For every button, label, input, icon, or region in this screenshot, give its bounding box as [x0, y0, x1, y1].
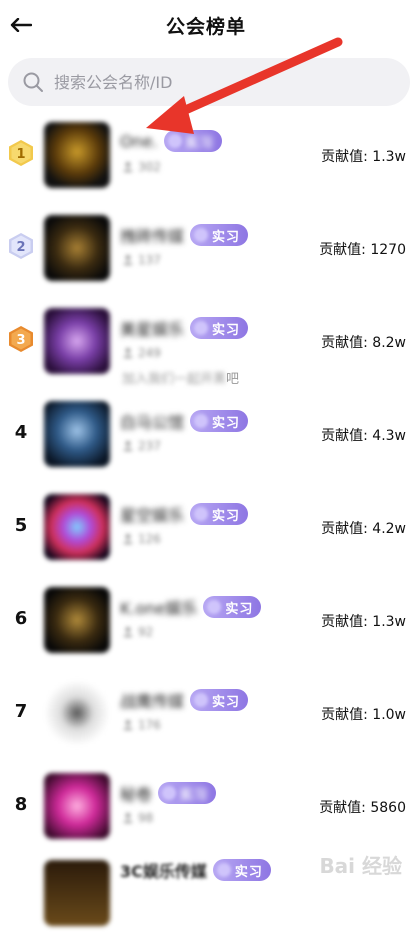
- member-count: 249: [122, 346, 161, 360]
- guild-name: 3C娱乐传媒: [120, 862, 207, 881]
- watermark: Bai 经验: [319, 854, 402, 878]
- rank-number: 3: [16, 333, 25, 348]
- contribution-value: 贡献值: 1.3w: [321, 149, 406, 165]
- intern-badge: 实习: [190, 503, 249, 525]
- guild-avatar: [44, 308, 110, 374]
- person-icon: [123, 813, 133, 823]
- rank-number: 7: [14, 700, 28, 722]
- guild-row-3[interactable]: 3 美星娱乐 实习 249 加入我们一起开黑吧 贡献值: 8.2w: [0, 296, 412, 389]
- guild-avatar: [44, 494, 110, 560]
- guild-row-6[interactable]: 6 K.one娱乐 实习 92 贡献值: 1.3w: [0, 575, 412, 668]
- guild-row-2[interactable]: 2 拽砖传媒 实习 137 贡献值: 1270: [0, 203, 412, 296]
- member-count: 137: [122, 253, 161, 267]
- badge-icon: [194, 414, 209, 428]
- member-count: 237: [122, 439, 161, 453]
- intern-badge: 实习: [163, 130, 222, 152]
- intern-badge: 实习: [190, 410, 249, 432]
- person-icon: [123, 627, 133, 637]
- guild-avatar: [44, 680, 110, 746]
- intern-badge: 实习: [203, 596, 262, 618]
- person-icon: [123, 348, 133, 358]
- guild-name: K.one娱乐: [120, 599, 198, 618]
- header-bar: 公会榜单: [0, 0, 412, 52]
- guild-avatar: [44, 401, 110, 467]
- guild-row-5[interactable]: 5 星空娱乐 实习 126 贡献值: 4.2w: [0, 482, 412, 575]
- person-icon: [123, 534, 133, 544]
- intern-badge: 实习: [158, 782, 217, 804]
- rank-number-container: 4: [6, 417, 36, 447]
- rank-number: 5: [14, 514, 28, 536]
- member-count: 302: [122, 160, 161, 174]
- rank-number-container: 8: [6, 789, 36, 819]
- rank-medal-gold: 1: [6, 138, 36, 168]
- guild-name: 美星娱乐: [120, 320, 185, 339]
- person-icon: [123, 162, 133, 172]
- search-icon: [23, 72, 43, 92]
- contribution-value: 贡献值: 8.2w: [321, 335, 406, 351]
- member-count: 92: [122, 625, 153, 639]
- member-count: 176: [122, 718, 161, 732]
- badge-icon: [167, 134, 182, 148]
- badge-icon: [207, 600, 222, 614]
- contribution-value: 贡献值: 4.2w: [321, 521, 406, 537]
- person-icon: [123, 441, 133, 451]
- badge-icon: [162, 786, 177, 800]
- guild-name: 拽砖传媒: [120, 227, 185, 246]
- contribution-value: 贡献值: 1270: [319, 242, 406, 258]
- intern-badge: 实习: [212, 859, 271, 881]
- rank-number-container: 7: [6, 696, 36, 726]
- intern-badge: 实习: [190, 317, 249, 339]
- member-count: 98: [122, 811, 153, 825]
- search-bar[interactable]: [8, 58, 410, 106]
- guild-description: 加入我们一起开黑吧: [122, 372, 240, 387]
- badge-icon: [194, 228, 209, 242]
- rank-number-container: 5: [6, 510, 36, 540]
- guild-row-4[interactable]: 4 白马公馆 实习 237 贡献值: 4.3w: [0, 389, 412, 482]
- rank-number: 2: [16, 240, 25, 255]
- guild-name: One.: [120, 131, 158, 151]
- guild-list: 1 One. 实习 302 贡献值: 1.3w 2 拽砖传媒 实习 137 贡献…: [0, 110, 412, 947]
- rank-medal-bronze: 3: [6, 324, 36, 354]
- rank-number-container: 6: [6, 603, 36, 633]
- guild-avatar: [44, 860, 110, 926]
- member-count: 126: [122, 532, 161, 546]
- contribution-value: 贡献值: 5860: [319, 800, 406, 816]
- rank-number: 6: [14, 607, 28, 629]
- guild-name: 星空娱乐: [120, 506, 185, 525]
- badge-icon: [216, 863, 231, 877]
- badge-icon: [194, 507, 209, 521]
- rank-number: 1: [16, 147, 25, 162]
- rank-number: 8: [14, 793, 28, 815]
- contribution-value: 贡献值: 1.0w: [321, 707, 406, 723]
- contribution-value: 贡献值: 4.3w: [321, 428, 406, 444]
- guild-avatar: [44, 122, 110, 188]
- guild-avatar: [44, 215, 110, 281]
- guild-row-7[interactable]: 7 战鹰传媒 实习 176 贡献值: 1.0w: [0, 668, 412, 761]
- guild-avatar: [44, 587, 110, 653]
- rank-number: 4: [14, 421, 28, 443]
- guild-name: 白马公馆: [120, 413, 185, 432]
- badge-icon: [194, 693, 209, 707]
- guild-row-1[interactable]: 1 One. 实习 302 贡献值: 1.3w: [0, 110, 412, 203]
- guild-avatar: [44, 773, 110, 839]
- badge-icon: [194, 321, 209, 335]
- page-title: 公会榜单: [165, 16, 246, 38]
- rank-medal-silver: 2: [6, 231, 36, 261]
- search-input[interactable]: [52, 71, 356, 93]
- guild-name: 战鹰传媒: [120, 692, 185, 711]
- contribution-value: 贡献值: 1.3w: [321, 614, 406, 630]
- intern-badge: 实习: [190, 224, 249, 246]
- guild-name: 秘卷: [120, 785, 153, 804]
- guild-row-8[interactable]: 8 秘卷 实习 98 贡献值: 5860: [0, 761, 412, 854]
- intern-badge: 实习: [190, 689, 249, 711]
- person-icon: [123, 720, 133, 730]
- person-icon: [123, 255, 133, 265]
